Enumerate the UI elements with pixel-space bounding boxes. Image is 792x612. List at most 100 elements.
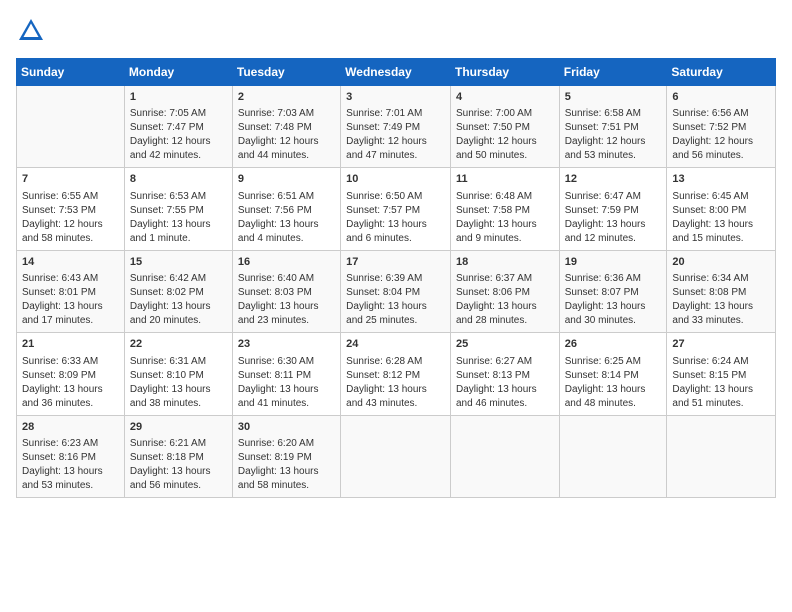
day-number: 5 — [565, 90, 662, 105]
day-info: Sunrise: 7:05 AM Sunset: 7:47 PM Dayligh… — [130, 107, 227, 163]
day-info: Sunrise: 6:43 AM Sunset: 8:01 PM Dayligh… — [22, 272, 119, 328]
day-info: Sunrise: 6:39 AM Sunset: 8:04 PM Dayligh… — [346, 272, 445, 328]
calendar-table: SundayMondayTuesdayWednesdayThursdayFrid… — [16, 58, 776, 498]
day-info: Sunrise: 7:01 AM Sunset: 7:49 PM Dayligh… — [346, 107, 445, 163]
calendar-cell: 2 Sunrise: 7:03 AM Sunset: 7:48 PM Daylig… — [232, 86, 340, 168]
calendar-week-row: 28 Sunrise: 6:23 AM Sunset: 8:16 PM Dayli… — [17, 415, 776, 497]
calendar-cell — [341, 415, 451, 497]
day-number: 16 — [238, 255, 335, 270]
day-info: Sunrise: 6:23 AM Sunset: 8:16 PM Dayligh… — [22, 437, 119, 493]
calendar-cell: 10Sunrise: 6:50 AM Sunset: 7:57 PM Dayli… — [341, 168, 451, 250]
calendar-cell: 22 Sunrise: 6:31 AM Sunset: 8:10 PM Dayli… — [124, 333, 232, 415]
calendar-cell: 15 Sunrise: 6:42 AM Sunset: 8:02 PM Dayli… — [124, 250, 232, 332]
day-number: 3 — [346, 90, 445, 105]
weekday-header-tuesday: Tuesday — [232, 59, 340, 86]
day-number: 23 — [238, 337, 335, 352]
day-info: Sunrise: 7:03 AM Sunset: 7:48 PM Dayligh… — [238, 107, 335, 163]
day-number: 1 — [130, 90, 227, 105]
day-info: Sunrise: 6:25 AM Sunset: 8:14 PM Dayligh… — [565, 355, 662, 411]
logo — [16, 16, 50, 46]
day-info: Sunrise: 6:21 AM Sunset: 8:18 PM Dayligh… — [130, 437, 227, 493]
day-info: Sunrise: 6:40 AM Sunset: 8:03 PM Dayligh… — [238, 272, 335, 328]
day-number: 17 — [346, 255, 445, 270]
calendar-cell — [559, 415, 667, 497]
day-info: Sunrise: 6:55 AM Sunset: 7:53 PM Dayligh… — [22, 190, 119, 246]
weekday-header-monday: Monday — [124, 59, 232, 86]
calendar-cell: 18 Sunrise: 6:37 AM Sunset: 8:06 PM Dayli… — [450, 250, 559, 332]
day-info: Sunrise: 7:00 AM Sunset: 7:50 PM Dayligh… — [456, 107, 554, 163]
day-number: 10 — [346, 172, 445, 187]
calendar-cell — [667, 415, 776, 497]
calendar-cell: 9 Sunrise: 6:51 AM Sunset: 7:56 PM Daylig… — [232, 168, 340, 250]
day-number: 13 — [672, 172, 770, 187]
day-info: Sunrise: 6:42 AM Sunset: 8:02 PM Dayligh… — [130, 272, 227, 328]
calendar-cell: 19 Sunrise: 6:36 AM Sunset: 8:07 PM Dayli… — [559, 250, 667, 332]
day-info: Sunrise: 6:37 AM Sunset: 8:06 PM Dayligh… — [456, 272, 554, 328]
day-number: 4 — [456, 90, 554, 105]
day-info: Sunrise: 6:20 AM Sunset: 8:19 PM Dayligh… — [238, 437, 335, 493]
day-info: Sunrise: 6:27 AM Sunset: 8:13 PM Dayligh… — [456, 355, 554, 411]
page-header — [16, 16, 776, 46]
logo-icon — [16, 16, 46, 46]
day-info: Sunrise: 6:33 AM Sunset: 8:09 PM Dayligh… — [22, 355, 119, 411]
weekday-header-wednesday: Wednesday — [341, 59, 451, 86]
day-number: 11 — [456, 172, 554, 187]
weekday-header-row: SundayMondayTuesdayWednesdayThursdayFrid… — [17, 59, 776, 86]
calendar-cell: 25 Sunrise: 6:27 AM Sunset: 8:13 PM Dayli… — [450, 333, 559, 415]
day-number: 25 — [456, 337, 554, 352]
day-number: 24 — [346, 337, 445, 352]
day-number: 22 — [130, 337, 227, 352]
day-number: 6 — [672, 90, 770, 105]
day-info: Sunrise: 6:51 AM Sunset: 7:56 PM Dayligh… — [238, 190, 335, 246]
day-number: 14 — [22, 255, 119, 270]
day-info: Sunrise: 6:31 AM Sunset: 8:10 PM Dayligh… — [130, 355, 227, 411]
day-info: Sunrise: 6:47 AM Sunset: 7:59 PM Dayligh… — [565, 190, 662, 246]
calendar-cell: 6 Sunrise: 6:56 AM Sunset: 7:52 PM Daylig… — [667, 86, 776, 168]
day-number: 26 — [565, 337, 662, 352]
calendar-cell: 29 Sunrise: 6:21 AM Sunset: 8:18 PM Dayli… — [124, 415, 232, 497]
calendar-cell: 7 Sunrise: 6:55 AM Sunset: 7:53 PM Daylig… — [17, 168, 125, 250]
day-number: 9 — [238, 172, 335, 187]
calendar-week-row: 21 Sunrise: 6:33 AM Sunset: 8:09 PM Dayli… — [17, 333, 776, 415]
day-number: 18 — [456, 255, 554, 270]
day-number: 21 — [22, 337, 119, 352]
day-number: 30 — [238, 420, 335, 435]
day-info: Sunrise: 6:34 AM Sunset: 8:08 PM Dayligh… — [672, 272, 770, 328]
calendar-cell: 23 Sunrise: 6:30 AM Sunset: 8:11 PM Dayli… — [232, 333, 340, 415]
day-number: 8 — [130, 172, 227, 187]
weekday-header-saturday: Saturday — [667, 59, 776, 86]
day-number: 2 — [238, 90, 335, 105]
day-number: 7 — [22, 172, 119, 187]
calendar-cell: 17 Sunrise: 6:39 AM Sunset: 8:04 PM Dayli… — [341, 250, 451, 332]
calendar-cell: 30 Sunrise: 6:20 AM Sunset: 8:19 PM Dayli… — [232, 415, 340, 497]
day-info: Sunrise: 6:53 AM Sunset: 7:55 PM Dayligh… — [130, 190, 227, 246]
day-info: Sunrise: 6:56 AM Sunset: 7:52 PM Dayligh… — [672, 107, 770, 163]
calendar-cell — [450, 415, 559, 497]
calendar-body: 1 Sunrise: 7:05 AM Sunset: 7:47 PM Daylig… — [17, 86, 776, 498]
day-number: 19 — [565, 255, 662, 270]
day-number: 12 — [565, 172, 662, 187]
calendar-cell: 14 Sunrise: 6:43 AM Sunset: 8:01 PM Dayli… — [17, 250, 125, 332]
calendar-cell: 24Sunrise: 6:28 AM Sunset: 8:12 PM Dayli… — [341, 333, 451, 415]
day-number: 15 — [130, 255, 227, 270]
calendar-week-row: 7 Sunrise: 6:55 AM Sunset: 7:53 PM Daylig… — [17, 168, 776, 250]
day-info: Sunrise: 6:36 AM Sunset: 8:07 PM Dayligh… — [565, 272, 662, 328]
calendar-cell: 11Sunrise: 6:48 AM Sunset: 7:58 PM Dayli… — [450, 168, 559, 250]
calendar-cell: 21 Sunrise: 6:33 AM Sunset: 8:09 PM Dayli… — [17, 333, 125, 415]
calendar-cell: 26 Sunrise: 6:25 AM Sunset: 8:14 PM Dayli… — [559, 333, 667, 415]
day-info: Sunrise: 6:30 AM Sunset: 8:11 PM Dayligh… — [238, 355, 335, 411]
calendar-cell: 16 Sunrise: 6:40 AM Sunset: 8:03 PM Dayli… — [232, 250, 340, 332]
day-number: 28 — [22, 420, 119, 435]
calendar-cell: 27 Sunrise: 6:24 AM Sunset: 8:15 PM Dayli… — [667, 333, 776, 415]
day-info: Sunrise: 6:24 AM Sunset: 8:15 PM Dayligh… — [672, 355, 770, 411]
calendar-cell: 20Sunrise: 6:34 AM Sunset: 8:08 PM Dayli… — [667, 250, 776, 332]
day-info: Sunrise: 6:45 AM Sunset: 8:00 PM Dayligh… — [672, 190, 770, 246]
calendar-header: SundayMondayTuesdayWednesdayThursdayFrid… — [17, 59, 776, 86]
day-number: 29 — [130, 420, 227, 435]
calendar-cell: 4 Sunrise: 7:00 AM Sunset: 7:50 PM Daylig… — [450, 86, 559, 168]
calendar-cell: 5 Sunrise: 6:58 AM Sunset: 7:51 PM Daylig… — [559, 86, 667, 168]
day-info: Sunrise: 6:58 AM Sunset: 7:51 PM Dayligh… — [565, 107, 662, 163]
calendar-cell: 1 Sunrise: 7:05 AM Sunset: 7:47 PM Daylig… — [124, 86, 232, 168]
day-number: 27 — [672, 337, 770, 352]
calendar-cell: 8 Sunrise: 6:53 AM Sunset: 7:55 PM Daylig… — [124, 168, 232, 250]
